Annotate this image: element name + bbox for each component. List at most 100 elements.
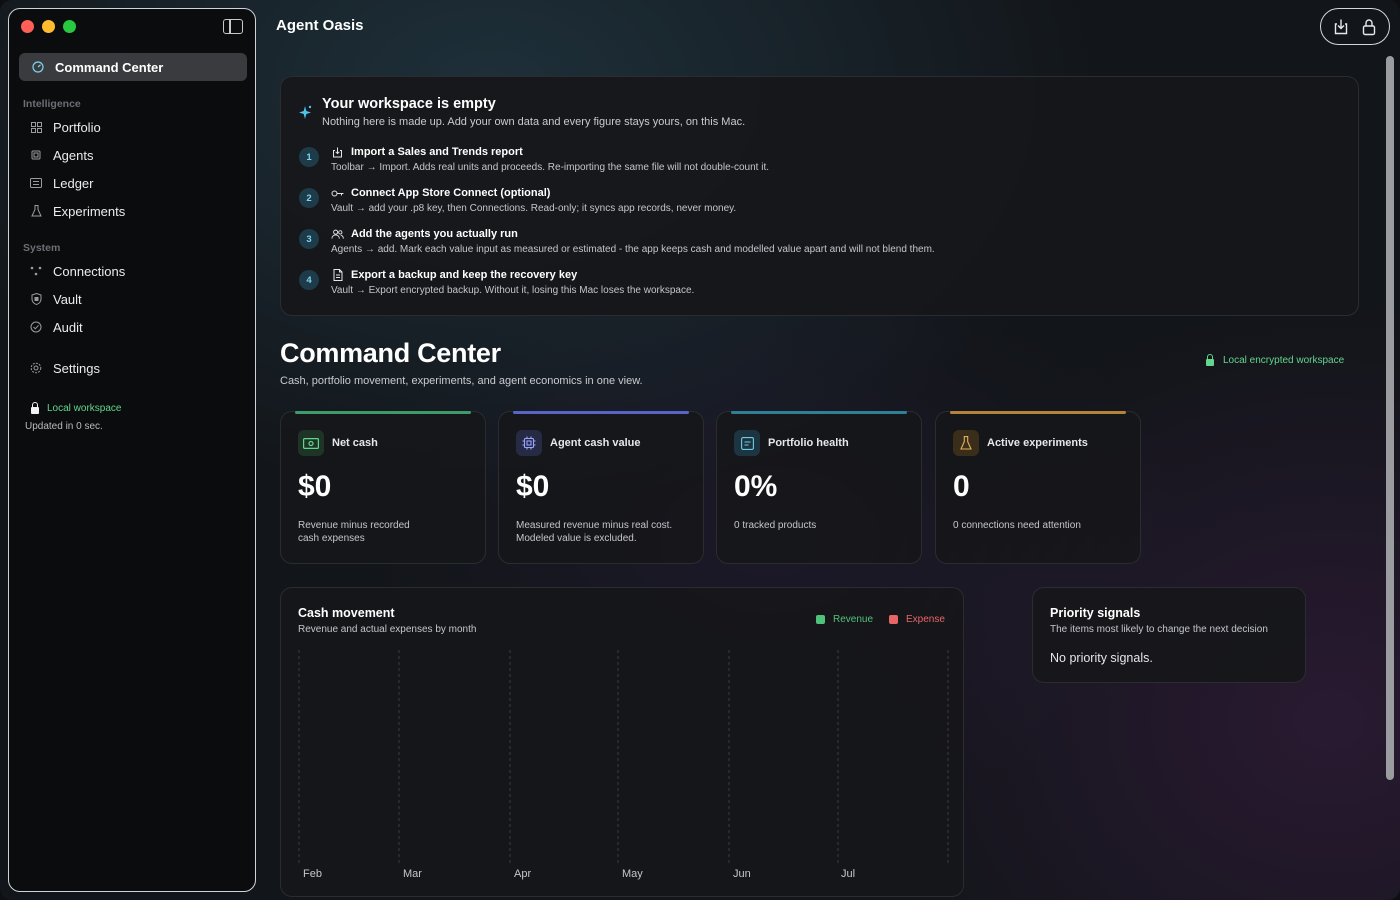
nodes-icon	[29, 264, 43, 278]
onboarding-subtitle: Nothing here is made up. Add your own da…	[322, 116, 746, 128]
page-subtitle: Cash, portfolio movement, experiments, a…	[280, 375, 643, 387]
cpu-icon	[29, 148, 43, 162]
sidebar-item-label: Command Center	[55, 59, 164, 75]
people-icon	[331, 229, 344, 240]
metric-label: Net cash	[332, 437, 378, 449]
cash-movement-card: Cash movement Revenue and actual expense…	[280, 587, 964, 897]
step-number: 4	[299, 270, 319, 290]
metric-card-net-cash[interactable]: Net cash $0 Revenue minus recorded cash …	[280, 411, 486, 564]
chart-x-tick-label: Jun	[733, 868, 751, 880]
sidebar-toggle-icon[interactable]	[223, 19, 243, 34]
import-icon	[331, 147, 344, 158]
onboarding-card: Your workspace is empty Nothing here is …	[280, 76, 1359, 316]
metric-card-agent-cash-value[interactable]: Agent cash value $0 Measured revenue min…	[498, 411, 704, 564]
step-description: Vault → add your .p8 key, then Connectio…	[331, 203, 737, 214]
priority-subtitle: The items most likely to change the next…	[1050, 624, 1268, 635]
sidebar-section-system: System	[23, 242, 61, 254]
sparkle-icon	[298, 104, 312, 124]
sidebar-item-label: Agents	[53, 147, 94, 163]
sidebar-item-audit[interactable]: Audit	[29, 317, 83, 337]
flask-icon	[29, 204, 43, 218]
sidebar-item-label: Portfolio	[53, 119, 101, 135]
metric-description: 0 connections need attention	[953, 520, 1081, 531]
toolbar-group	[1320, 8, 1390, 45]
step-title-link[interactable]: Connect App Store Connect (optional)	[331, 187, 550, 199]
metric-description: Revenue minus recorded cash expenses	[298, 520, 410, 544]
chart-x-tick-label: Mar	[403, 868, 422, 880]
step-title-link[interactable]: Export a backup and keep the recovery ke…	[331, 269, 577, 281]
sidebar-item-connections[interactable]: Connections	[29, 261, 125, 281]
chart-x-tick-label: May	[622, 868, 643, 880]
step-title-link[interactable]: Add the agents you actually run	[331, 228, 518, 240]
cpu-icon	[516, 430, 542, 456]
metric-value: $0	[298, 470, 332, 503]
metric-label: Portfolio health	[768, 437, 849, 449]
metric-accent-bar	[295, 411, 471, 414]
chart-x-tick-label: Feb	[303, 868, 322, 880]
step-title: Add the agents you actually run	[351, 228, 518, 240]
priority-signals-card: Priority signals The items most likely t…	[1032, 587, 1306, 683]
sidebar-item-label: Connections	[53, 263, 126, 279]
chart-x-tick-label: Apr	[514, 868, 531, 880]
metric-description: 0 tracked products	[734, 520, 817, 531]
encrypted-workspace-badge: Local encrypted workspace	[1206, 353, 1345, 366]
priority-empty-state: No priority signals.	[1050, 651, 1153, 665]
metric-card-portfolio-health[interactable]: Portfolio health 0% 0 tracked products	[716, 411, 922, 564]
flask-icon	[953, 430, 979, 456]
sidebar-item-label: Ledger	[53, 175, 94, 191]
app-title: Agent Oasis	[276, 17, 364, 34]
step-title-link[interactable]: Import a Sales and Trends report	[331, 146, 523, 158]
onboarding-title: Your workspace is empty	[322, 96, 496, 112]
zoom-window-button[interactable]	[63, 20, 76, 33]
onboarding-step: 1 Import a Sales and Trends report Toolb…	[299, 146, 1339, 180]
step-number: 1	[299, 147, 319, 167]
sidebar: Command Center Intelligence Portfolio Ag…	[8, 8, 256, 892]
lock-icon	[1362, 18, 1376, 35]
app-window-icon	[734, 430, 760, 456]
scrollbar[interactable]	[1386, 56, 1394, 780]
sidebar-item-portfolio[interactable]: Portfolio	[29, 117, 101, 137]
sidebar-item-experiments[interactable]: Experiments	[29, 201, 125, 221]
metric-accent-bar	[731, 411, 907, 414]
updated-status: Updated in 0 sec.	[25, 421, 103, 432]
sidebar-section-intelligence: Intelligence	[23, 98, 81, 110]
lock-icon	[31, 401, 39, 414]
metric-description: Measured revenue minus real cost. Modele…	[516, 520, 673, 544]
sidebar-item-settings[interactable]: Settings	[29, 358, 100, 378]
encrypted-workspace-label: Local encrypted workspace	[1223, 355, 1345, 366]
import-tray-icon	[1334, 19, 1348, 34]
sidebar-item-vault[interactable]: Vault	[29, 289, 82, 309]
sidebar-item-label: Audit	[53, 319, 83, 335]
priority-title: Priority signals	[1050, 606, 1141, 620]
sidebar-item-agents[interactable]: Agents	[29, 145, 93, 165]
grid-icon	[29, 120, 43, 134]
import-button[interactable]	[1330, 16, 1352, 38]
minimize-window-button[interactable]	[42, 20, 55, 33]
step-description: Vault → Export encrypted backup. Without…	[331, 285, 695, 296]
lock-button[interactable]	[1358, 16, 1380, 38]
metric-label: Active experiments	[987, 437, 1088, 449]
local-workspace-label: Local workspace	[47, 403, 122, 414]
metric-value: 0%	[734, 470, 778, 503]
metric-value: $0	[516, 470, 550, 503]
sidebar-item-label: Experiments	[53, 203, 126, 219]
list-icon	[29, 176, 43, 190]
page-title: Command Center	[280, 338, 501, 368]
sidebar-item-command-center[interactable]: Command Center	[19, 53, 247, 81]
metric-accent-bar	[513, 411, 689, 414]
metric-card-active-experiments[interactable]: Active experiments 0 0 connections need …	[935, 411, 1141, 564]
step-description: Agents → add. Mark each value input as m…	[331, 244, 935, 255]
close-window-button[interactable]	[21, 20, 34, 33]
cash-icon	[298, 430, 324, 456]
metric-label: Agent cash value	[550, 437, 641, 449]
local-workspace-status: Local workspace	[31, 401, 122, 414]
step-number: 3	[299, 229, 319, 249]
metric-accent-bar	[950, 411, 1126, 414]
step-title: Export a backup and keep the recovery ke…	[351, 269, 578, 281]
document-icon	[331, 269, 344, 281]
gauge-icon	[31, 60, 45, 74]
key-icon	[331, 189, 344, 198]
step-title: Import a Sales and Trends report	[351, 146, 523, 158]
chart-x-tick-label: Jul	[841, 868, 855, 880]
sidebar-item-ledger[interactable]: Ledger	[29, 173, 93, 193]
